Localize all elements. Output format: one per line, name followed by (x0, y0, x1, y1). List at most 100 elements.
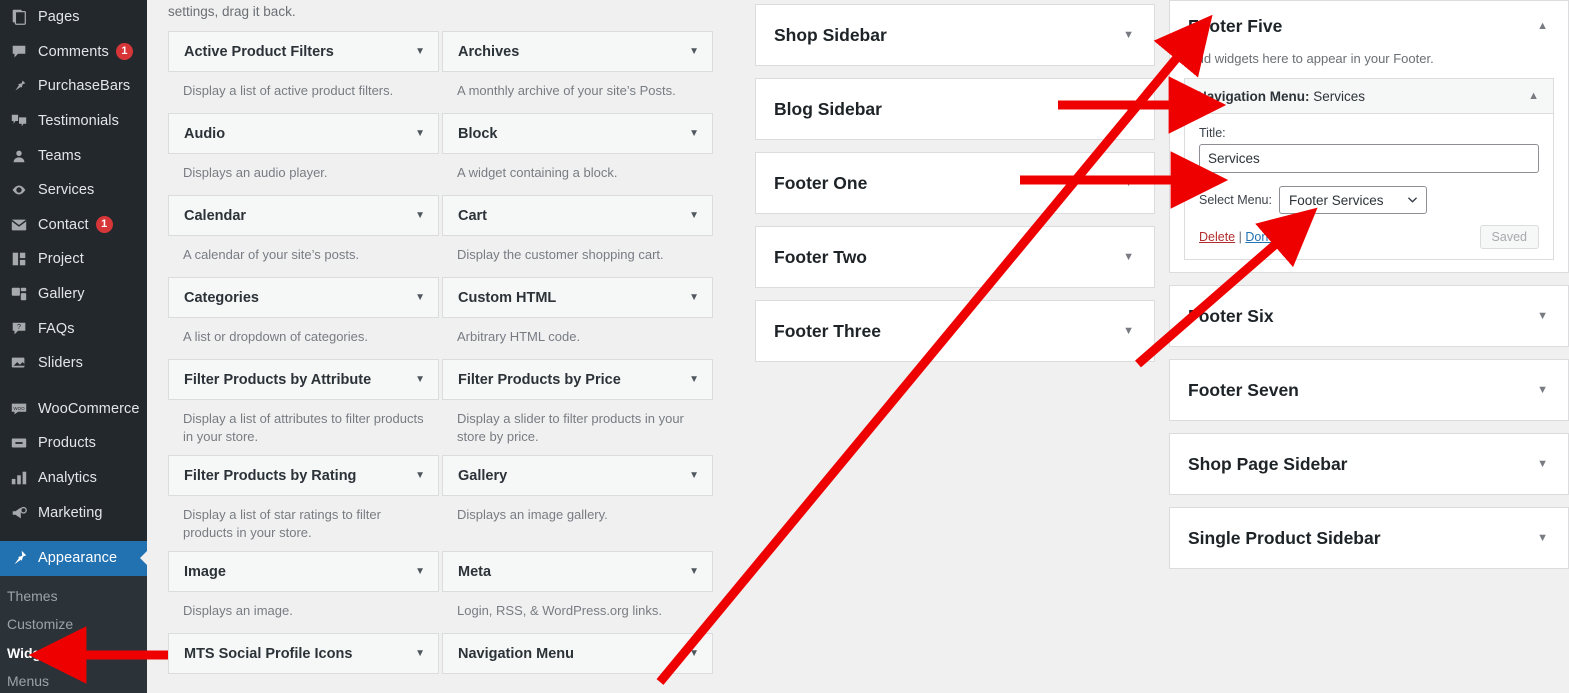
widget-name: Archives (458, 43, 520, 60)
sidebar-item-gallery[interactable]: Gallery (0, 277, 147, 312)
chevron-down-icon[interactable]: ▼ (1123, 325, 1134, 337)
sidebar-panel-title: Blog Sidebar (774, 98, 882, 119)
sidebar-item-comments[interactable]: Comments 1 (0, 35, 147, 70)
sidebar-panel-footer-six[interactable]: Footer Six ▼ (1169, 285, 1569, 347)
testimonials-icon (6, 111, 32, 131)
available-widget[interactable]: MTS Social Profile Icons ▼ (168, 633, 439, 674)
submenu-item-widgets[interactable]: Widgets (0, 639, 147, 668)
chevron-down-icon[interactable]: ▼ (689, 648, 699, 659)
widget-cell: Audio ▼ Displays an audio player. (168, 113, 439, 195)
svg-text:WOO: WOO (13, 406, 25, 411)
sidebar-item-faqs[interactable]: ? FAQs (0, 311, 147, 346)
sidebar-panel-title: Shop Page Sidebar (1188, 453, 1348, 474)
sidebar-item-teams[interactable]: Teams (0, 138, 147, 173)
chevron-down-icon[interactable]: ▼ (1537, 458, 1548, 470)
delete-link[interactable]: Delete (1199, 230, 1235, 244)
sidebar-panel-footer-one[interactable]: Footer One ▼ (755, 152, 1155, 214)
widget-navigation-menu[interactable]: Navigation Menu: Services ▲ Title: Selec… (1184, 78, 1554, 260)
available-widget[interactable]: Filter Products by Attribute ▼ (168, 359, 439, 400)
sidebar-panel-blog-sidebar[interactable]: Blog Sidebar ▼ (755, 78, 1155, 140)
chevron-down-icon[interactable]: ▼ (415, 470, 425, 481)
sidebar-panel-footer-seven[interactable]: Footer Seven ▼ (1169, 359, 1569, 421)
chevron-down-icon[interactable]: ▼ (415, 128, 425, 139)
available-widget[interactable]: Cart ▼ (442, 195, 713, 236)
sidebar-panel-single-product-sidebar[interactable]: Single Product Sidebar ▼ (1169, 507, 1569, 569)
sidebar-panel-header[interactable]: Footer One ▼ (756, 153, 1154, 213)
done-link[interactable]: Done (1245, 230, 1275, 244)
chevron-down-icon[interactable]: ▼ (689, 470, 699, 481)
sidebar-panel-header[interactable]: Footer Seven ▼ (1170, 360, 1568, 420)
notification-badge: 1 (115, 43, 133, 61)
chevron-up-icon[interactable]: ▲ (1528, 90, 1539, 102)
available-widget[interactable]: Categories ▼ (168, 277, 439, 318)
widget-header[interactable]: Navigation Menu: Services ▲ (1185, 79, 1553, 114)
chevron-down-icon[interactable]: ▼ (1123, 29, 1134, 41)
submenu-item-themes[interactable]: Themes (0, 582, 147, 611)
chevron-down-icon[interactable]: ▼ (689, 566, 699, 577)
sidebar-panel-header[interactable]: Footer Two ▼ (756, 227, 1154, 287)
select-menu-dropdown[interactable]: Footer Services (1278, 186, 1427, 214)
sidebar-panel-footer-five[interactable]: Footer Five ▲ Add widgets here to appear… (1169, 0, 1569, 273)
sidebar-panel-header[interactable]: Footer Six ▼ (1170, 286, 1568, 346)
chevron-down-icon[interactable]: ▼ (415, 292, 425, 303)
available-widget[interactable]: Navigation Menu ▼ (442, 633, 713, 674)
available-widget[interactable]: Meta ▼ (442, 551, 713, 592)
submenu-item-customize[interactable]: Customize (0, 610, 147, 639)
chevron-down-icon[interactable]: ▼ (415, 566, 425, 577)
chevron-down-icon[interactable]: ▼ (689, 128, 699, 139)
chevron-down-icon[interactable]: ▼ (415, 210, 425, 221)
sidebar-panel-header[interactable]: Footer Three ▼ (756, 301, 1154, 361)
available-widget[interactable]: Gallery ▼ (442, 455, 713, 496)
chevron-down-icon[interactable]: ▼ (689, 374, 699, 385)
available-widget[interactable]: Audio ▼ (168, 113, 439, 154)
sidebar-panel-shop-sidebar[interactable]: Shop Sidebar ▼ (755, 4, 1155, 66)
available-widget[interactable]: Archives ▼ (442, 31, 713, 72)
chevron-down-icon[interactable]: ▼ (415, 46, 425, 57)
sidebar-panel-shop-page-sidebar[interactable]: Shop Page Sidebar ▼ (1169, 433, 1569, 495)
sidebar-item-contact[interactable]: Contact 1 (0, 208, 147, 243)
chevron-down-icon[interactable]: ▼ (415, 374, 425, 385)
chevron-down-icon[interactable]: ▼ (689, 292, 699, 303)
sidebar-panel-header[interactable]: Footer Five ▲ (1170, 1, 1568, 51)
sidebar-item-woocommerce[interactable]: WOO WooCommerce (0, 392, 147, 427)
sidebar-item-project[interactable]: Project (0, 242, 147, 277)
chevron-down-icon[interactable]: ▼ (1537, 310, 1548, 322)
sidebar-item-sliders[interactable]: Sliders (0, 346, 147, 381)
sidebar-panel-header[interactable]: Shop Page Sidebar ▼ (1170, 434, 1568, 494)
sidebar-item-analytics[interactable]: Analytics (0, 461, 147, 496)
sidebar-panel-title: Footer Seven (1188, 379, 1299, 400)
sidebar-item-pages[interactable]: Pages (0, 0, 147, 35)
widget-title-input[interactable] (1199, 144, 1539, 173)
available-widget[interactable]: Filter Products by Price ▼ (442, 359, 713, 400)
sidebar-item-appearance[interactable]: Appearance (0, 540, 147, 576)
sidebar-panel-header[interactable]: Blog Sidebar ▼ (756, 79, 1154, 139)
available-widget[interactable]: Filter Products by Rating ▼ (168, 455, 439, 496)
chevron-down-icon[interactable]: ▼ (1537, 532, 1548, 544)
sidebar-panel-header[interactable]: Shop Sidebar ▼ (756, 5, 1154, 65)
available-widget[interactable]: Image ▼ (168, 551, 439, 592)
chevron-down-icon[interactable]: ▼ (689, 210, 699, 221)
sidebar-panel-footer-two[interactable]: Footer Two ▼ (755, 226, 1155, 288)
sidebar-item-purchasebars[interactable]: PurchaseBars (0, 69, 147, 104)
widget-cell: Gallery ▼ Displays an image gallery. (442, 455, 713, 551)
sidebar-item-testimonials[interactable]: Testimonials (0, 104, 147, 139)
chevron-down-icon[interactable]: ▼ (1123, 177, 1134, 189)
available-widget[interactable]: Active Product Filters ▼ (168, 31, 439, 72)
available-widget[interactable]: Block ▼ (442, 113, 713, 154)
sidebar-panel-title: Footer Six (1188, 305, 1274, 326)
save-button[interactable]: Saved (1479, 225, 1539, 249)
chevron-up-icon[interactable]: ▲ (1537, 20, 1548, 32)
submenu-item-menus[interactable]: Menus (0, 667, 147, 693)
sidebar-item-marketing[interactable]: Marketing (0, 495, 147, 530)
available-widget[interactable]: Custom HTML ▼ (442, 277, 713, 318)
chevron-down-icon[interactable]: ▼ (1537, 384, 1548, 396)
sidebar-panel-footer-three[interactable]: Footer Three ▼ (755, 300, 1155, 362)
chevron-down-icon[interactable]: ▼ (1123, 251, 1134, 263)
sidebar-panel-header[interactable]: Single Product Sidebar ▼ (1170, 508, 1568, 568)
chevron-down-icon[interactable]: ▼ (689, 46, 699, 57)
sidebar-item-products[interactable]: Products (0, 426, 147, 461)
chevron-down-icon[interactable]: ▼ (415, 648, 425, 659)
sidebar-item-services[interactable]: Services (0, 173, 147, 208)
chevron-down-icon[interactable]: ▼ (1123, 103, 1134, 115)
available-widget[interactable]: Calendar ▼ (168, 195, 439, 236)
